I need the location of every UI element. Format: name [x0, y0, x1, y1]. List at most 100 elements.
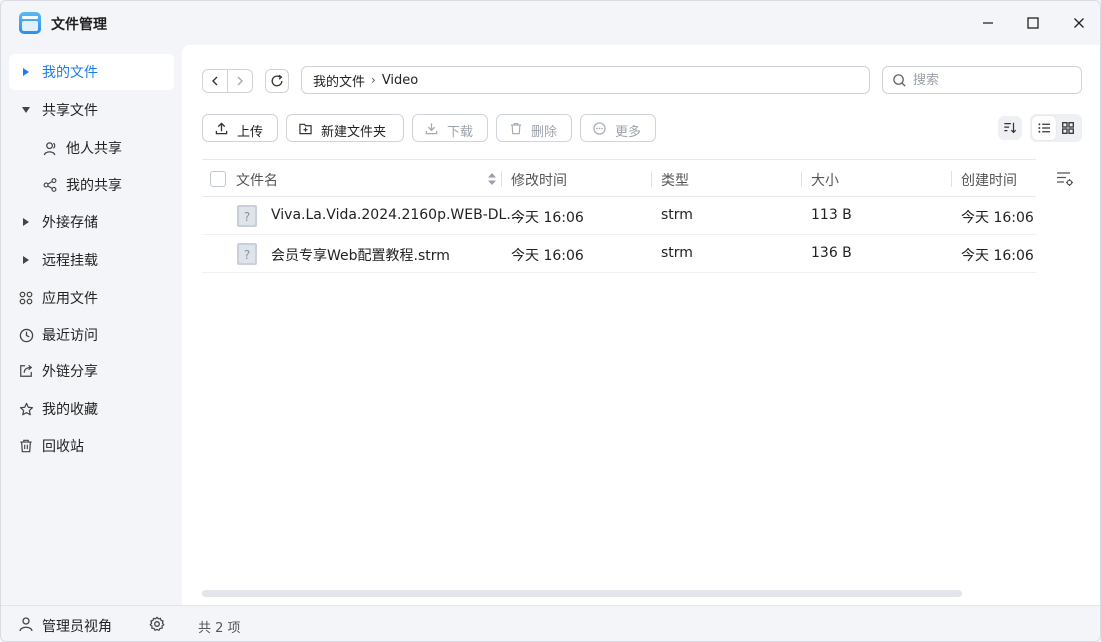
file-created: 今天 16:06 [961, 210, 1034, 226]
list-view-button[interactable] [1032, 116, 1056, 140]
close-icon [1074, 18, 1084, 28]
column-divider [951, 171, 952, 187]
sidebar-item-label: 外接存储 [42, 215, 98, 231]
caret-right-icon [21, 255, 31, 265]
main-panel: 我的文件 › Video 上传 新建文件夹 下载 删除 更多 [182, 45, 1100, 605]
upload-icon [215, 122, 228, 135]
column-header-created[interactable]: 创建时间 [961, 170, 1017, 190]
file-size: 136 B [811, 245, 852, 261]
admin-view-label: 管理员视角 [42, 619, 112, 635]
sidebar-item-label: 应用文件 [42, 291, 98, 307]
sidebar: 我的文件 共享文件 他人共享 我的共享 外接存储 远程挂载 应用文件 最近访问 … [1, 45, 182, 605]
sidebar-item-label: 回收站 [42, 439, 84, 455]
file-manager-app-icon [19, 12, 41, 34]
new-folder-icon [299, 122, 312, 135]
sidebar-item-label: 我的共享 [66, 178, 122, 194]
back-button[interactable] [203, 70, 227, 92]
sort-caret-icon[interactable] [487, 171, 497, 187]
gear-icon[interactable] [149, 616, 165, 632]
unknown-file-icon: ? [237, 205, 257, 227]
download-label: 下载 [447, 125, 474, 140]
sidebar-item-recycle-bin[interactable]: 回收站 [9, 428, 174, 464]
file-manager-window: 文件管理 我的文件 共享文件 他人共享 我的共享 外接存储 远程挂载 应用文件 … [0, 0, 1101, 642]
list-view-icon [1037, 123, 1050, 133]
file-modified: 今天 16:06 [511, 248, 584, 264]
apps-icon [18, 290, 34, 306]
search-box [882, 66, 1082, 94]
column-header-name[interactable]: 文件名 [236, 170, 278, 190]
maximize-icon [1027, 17, 1039, 29]
more-icon [593, 122, 606, 135]
sidebar-item-my-shares[interactable]: 我的共享 [9, 167, 174, 203]
breadcrumb-item-my-files[interactable]: 我的文件 [313, 71, 365, 90]
search-input[interactable] [913, 71, 1073, 89]
table-header: 文件名 修改时间 类型 大小 创建时间 [202, 159, 1036, 197]
new-folder-label: 新建文件夹 [321, 125, 387, 140]
grid-view-button[interactable] [1056, 116, 1080, 140]
column-header-size[interactable]: 大小 [811, 170, 839, 190]
sidebar-item-my-files[interactable]: 我的文件 [9, 54, 174, 90]
column-divider [501, 171, 502, 187]
sidebar-item-shared-files[interactable]: 共享文件 [9, 92, 174, 128]
minimize-button[interactable] [976, 11, 1000, 35]
history-nav [202, 69, 253, 93]
upload-label: 上传 [237, 125, 264, 140]
column-header-type[interactable]: 类型 [661, 170, 689, 190]
maximize-button[interactable] [1021, 11, 1045, 35]
share-icon [42, 177, 58, 193]
refresh-button[interactable] [265, 69, 289, 93]
sidebar-item-label: 最近访问 [42, 328, 98, 344]
sort-icon [1004, 122, 1017, 134]
status-bar: 共 2 项 [182, 605, 1100, 641]
breadcrumb[interactable]: 我的文件 › Video [301, 66, 870, 94]
file-type: strm [661, 245, 693, 261]
svg-text:?: ? [244, 210, 250, 224]
more-button[interactable]: 更多 [580, 114, 656, 142]
sidebar-item-favorites[interactable]: 我的收藏 [9, 391, 174, 427]
column-divider [651, 171, 652, 187]
forward-button[interactable] [227, 70, 252, 92]
trash-icon [509, 122, 522, 135]
title-bar: 文件管理 [1, 1, 1100, 45]
column-settings-icon[interactable] [1056, 171, 1074, 187]
delete-button[interactable]: 删除 [496, 114, 572, 142]
sidebar-item-external-storage[interactable]: 外接存储 [9, 204, 174, 240]
user-icon [42, 140, 58, 156]
external-link-icon [18, 363, 34, 379]
file-name: 会员专享Web配置教程.strm [271, 248, 450, 264]
item-count: 共 2 项 [198, 621, 241, 636]
column-header-modified[interactable]: 修改时间 [511, 170, 567, 190]
table-row[interactable]: ? Viva.La.Vida.2024.2160p.WEB-DL.... 今天 … [202, 197, 1036, 235]
window-title: 文件管理 [51, 17, 107, 33]
new-folder-button[interactable]: 新建文件夹 [286, 114, 404, 142]
breadcrumb-item-video[interactable]: Video [382, 73, 418, 88]
sidebar-item-label: 远程挂载 [42, 253, 98, 269]
sidebar-item-shared-with-me[interactable]: 他人共享 [9, 130, 174, 166]
upload-button[interactable]: 上传 [202, 114, 278, 142]
sidebar-item-label: 他人共享 [66, 141, 122, 157]
user-icon [19, 617, 33, 632]
chevron-right-icon [237, 76, 244, 86]
close-button[interactable] [1067, 11, 1091, 35]
table-row[interactable]: ? 会员专享Web配置教程.strm 今天 16:06 strm 136 B 今… [202, 235, 1036, 273]
caret-right-icon [21, 67, 31, 77]
file-name: Viva.La.Vida.2024.2160p.WEB-DL.... [271, 207, 525, 223]
sidebar-footer: 管理员视角 [1, 605, 182, 641]
download-button[interactable]: 下载 [412, 114, 488, 142]
minimize-icon [983, 22, 993, 24]
chevron-right-icon: › [371, 73, 376, 87]
view-toggle [1030, 114, 1082, 142]
sidebar-item-label: 共享文件 [42, 103, 98, 119]
clock-icon [18, 327, 34, 343]
search-icon [893, 74, 906, 87]
sidebar-item-link-share[interactable]: 外链分享 [9, 353, 174, 389]
sidebar-item-remote-mount[interactable]: 远程挂载 [9, 242, 174, 278]
horizontal-scrollbar[interactable] [202, 590, 962, 597]
select-all-checkbox[interactable] [210, 171, 226, 187]
download-icon [425, 122, 438, 135]
star-icon [18, 401, 34, 417]
sidebar-item-app-files[interactable]: 应用文件 [9, 280, 174, 316]
sort-button[interactable] [998, 116, 1022, 140]
chevron-left-icon [212, 76, 218, 86]
sidebar-item-recent[interactable]: 最近访问 [9, 317, 174, 353]
